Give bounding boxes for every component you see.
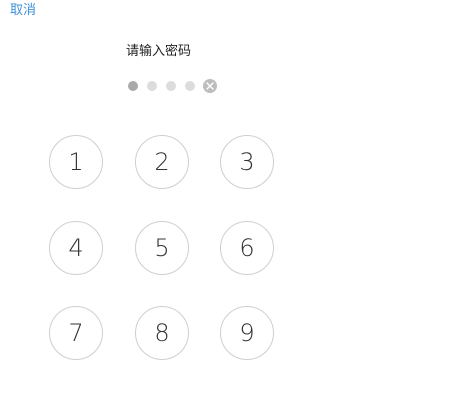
clear-button[interactable] — [203, 79, 217, 93]
key-1[interactable]: 1 — [49, 135, 103, 189]
clear-icon — [206, 82, 214, 90]
passcode-dot-1 — [128, 81, 138, 91]
passcode-indicator — [128, 79, 217, 93]
cancel-button[interactable]: 取消 — [10, 3, 36, 19]
key-4[interactable]: 4 — [49, 221, 103, 275]
passcode-dot-4 — [185, 81, 195, 91]
key-3[interactable]: 3 — [220, 135, 274, 189]
key-6[interactable]: 6 — [220, 221, 274, 275]
key-8[interactable]: 8 — [135, 306, 189, 360]
passcode-prompt: 请输入密码 — [126, 44, 192, 59]
key-5[interactable]: 5 — [135, 221, 189, 275]
key-2[interactable]: 2 — [135, 135, 189, 189]
passcode-dot-3 — [166, 81, 176, 91]
key-9[interactable]: 9 — [220, 306, 274, 360]
passcode-dot-2 — [147, 81, 157, 91]
key-7[interactable]: 7 — [49, 306, 103, 360]
